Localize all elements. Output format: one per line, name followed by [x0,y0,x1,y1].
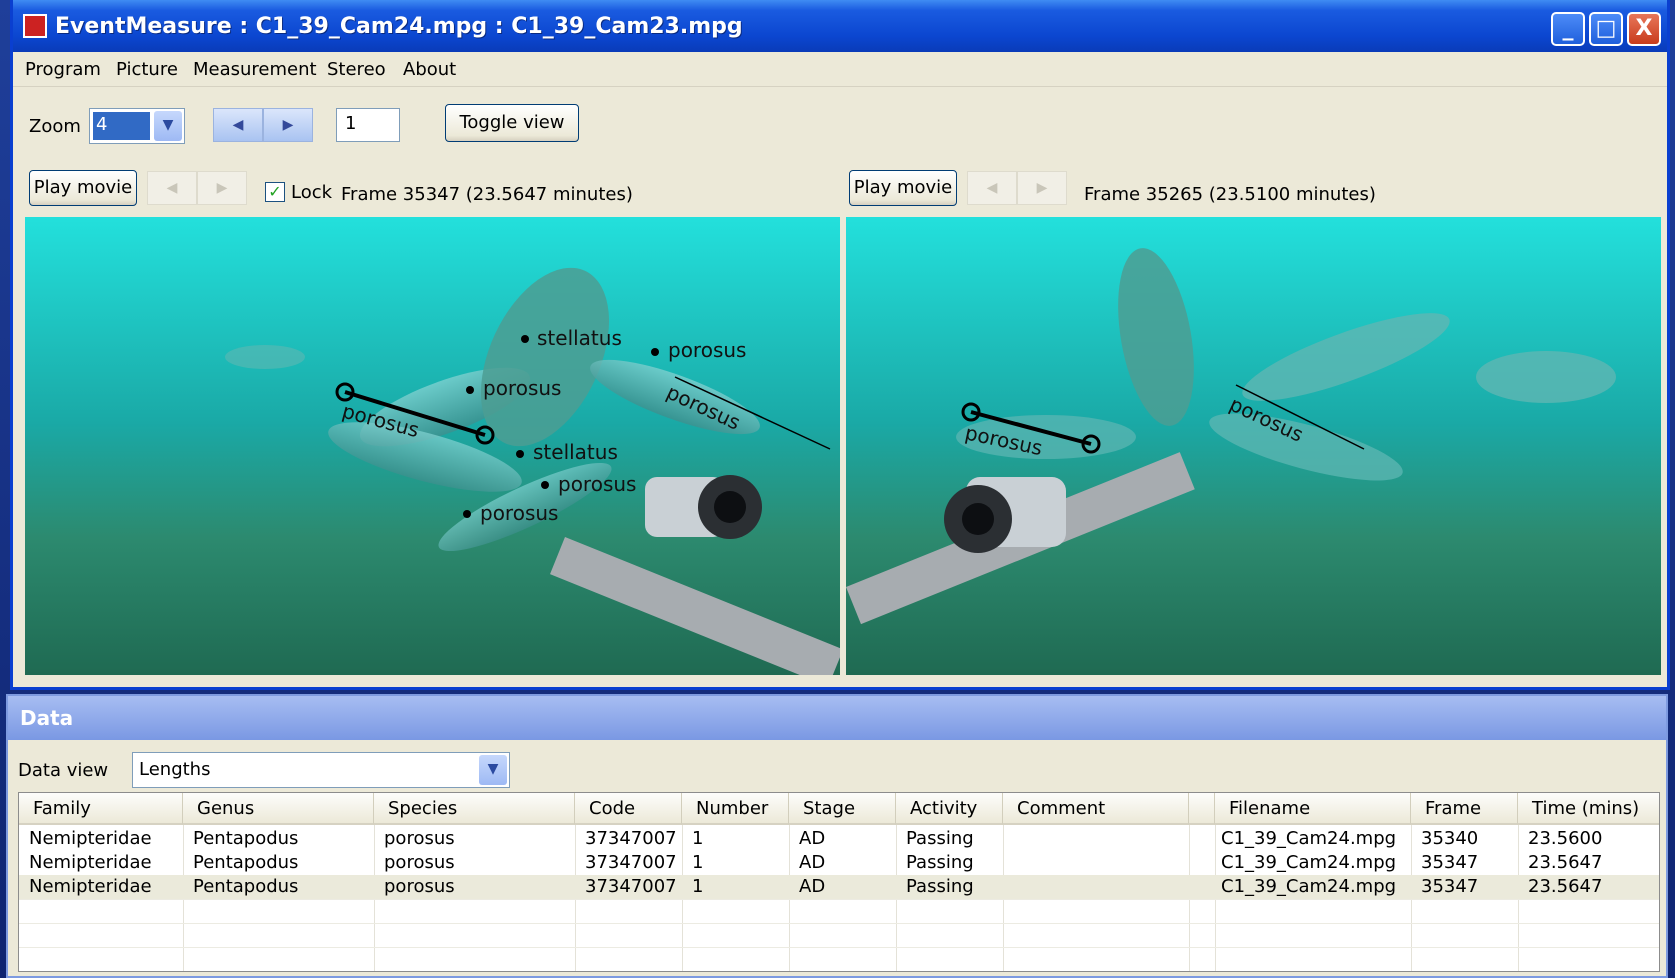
cell-family: Nemipteridae [29,828,152,849]
column-header-blank[interactable] [1189,793,1215,825]
column-header-number[interactable]: Number [682,793,789,825]
chevron-right-icon: ▶ [1036,180,1048,196]
data-view-label: Data view [18,760,109,781]
left-frame-info: Frame 35347 (23.5647 minutes) [341,184,633,205]
cell-code: 37347007 [585,828,677,849]
menu-program[interactable]: Program [25,59,101,80]
chevron-down-icon[interactable]: ▼ [479,755,507,785]
toggle-view-button[interactable]: Toggle view [445,104,579,142]
right-next-frame-button[interactable]: ▶ [1017,171,1067,205]
cell-code: 37347007 [585,876,677,897]
cell-activity: Passing [906,828,974,849]
menu-stereo[interactable]: Stereo [327,59,386,80]
cell-number: 1 [692,828,704,849]
column-header-stage[interactable]: Stage [789,793,896,825]
column-header-genus[interactable]: Genus [183,793,374,825]
data-table[interactable]: Family Genus Species Code Number Stage A… [18,792,1660,972]
left-next-frame-button[interactable]: ▶ [197,171,247,205]
maximize-button[interactable]: □ [1589,12,1623,46]
zoom-value: 4 [93,112,150,140]
right-prev-frame-button[interactable]: ◀ [967,171,1017,205]
cell-species: porosus [384,828,455,849]
frame-step-input[interactable]: 1 [336,108,400,142]
cell-activity: Passing [906,852,974,873]
table-row[interactable]: Nemipteridae Pentapodus porosus 37347007… [19,851,1659,875]
column-header-time[interactable]: Time (mins) [1518,793,1659,825]
data-panel-header: Data [8,696,1666,740]
left-prev-frame-button[interactable]: ◀ [147,171,197,205]
annotation-label: stellatus [537,326,622,350]
zoom-select[interactable]: 4 ▼ [89,108,185,144]
data-view-select[interactable]: Lengths ▼ [132,752,510,788]
right-video-view[interactable]: porosus porosus [846,217,1661,675]
chevron-right-icon: ▶ [282,117,294,133]
prev-zoom-button[interactable]: ◀ [213,108,263,142]
column-header-code[interactable]: Code [575,793,682,825]
table-row[interactable]: Nemipteridae Pentapodus porosus 37347007… [19,827,1659,851]
chevron-left-icon: ◀ [166,180,178,196]
close-button[interactable]: X [1627,12,1661,46]
cell-number: 1 [692,852,704,873]
cell-stage: AD [799,828,826,849]
app-icon[interactable] [23,14,47,38]
cell-time: 23.5647 [1528,876,1603,897]
lock-label: Lock [291,182,333,203]
right-frame-info: Frame 35265 (23.5100 minutes) [1084,184,1376,205]
menu-about[interactable]: About [403,59,456,80]
menu-picture[interactable]: Picture [116,59,178,80]
cell-genus: Pentapodus [193,852,299,873]
column-header-frame[interactable]: Frame [1411,793,1518,825]
window-title: EventMeasure : C1_39_Cam24.mpg : C1_39_C… [55,14,743,39]
cell-filename: C1_39_Cam24.mpg [1221,828,1397,849]
cell-stage: AD [799,876,826,897]
chevron-right-icon: ▶ [216,180,228,196]
column-header-family[interactable]: Family [19,793,183,825]
column-header-species[interactable]: Species [374,793,575,825]
left-video-view[interactable]: stellatus porosus porosus porosus porosu… [25,217,840,675]
cell-frame: 35340 [1421,828,1479,849]
checkmark-icon: ✓ [268,182,282,201]
column-header-activity[interactable]: Activity [896,793,1003,825]
cell-family: Nemipteridae [29,852,152,873]
annotation-label: porosus [480,501,558,525]
column-header-comment[interactable]: Comment [1003,793,1189,825]
cell-frame: 35347 [1421,876,1479,897]
data-panel-title: Data [20,706,74,730]
data-panel: Data Data view Lengths ▼ Family Genus Sp… [6,694,1668,978]
cell-genus: Pentapodus [193,828,299,849]
cell-stage: AD [799,852,826,873]
cell-activity: Passing [906,876,974,897]
zoom-label: Zoom [29,116,81,137]
cell-filename: C1_39_Cam24.mpg [1221,852,1397,873]
cell-species: porosus [384,876,455,897]
chevron-left-icon: ◀ [986,180,998,196]
cell-family: Nemipteridae [29,876,152,897]
lock-checkbox[interactable]: ✓ [265,182,285,202]
main-window: EventMeasure : C1_39_Cam24.mpg : C1_39_C… [10,0,1670,690]
table-row-selected[interactable]: Nemipteridae Pentapodus porosus 37347007… [19,875,1659,899]
cell-species: porosus [384,852,455,873]
column-header-filename[interactable]: Filename [1215,793,1411,825]
minimize-button[interactable]: _ [1551,12,1585,46]
annotation-label: stellatus [533,440,618,464]
menu-measurement[interactable]: Measurement [193,59,317,80]
cell-frame: 35347 [1421,852,1479,873]
cell-filename: C1_39_Cam24.mpg [1221,876,1397,897]
annotation-label: porosus [483,376,561,400]
cell-code: 37347007 [585,852,677,873]
left-play-movie-button[interactable]: Play movie [29,170,137,206]
menu-bar: Program Picture Measurement Stereo About [13,52,1667,87]
data-view-value: Lengths [139,759,211,780]
cell-time: 23.5647 [1528,852,1603,873]
annotation-label: porosus [558,472,636,496]
annotation-label: porosus [668,338,746,362]
title-bar[interactable]: EventMeasure : C1_39_Cam24.mpg : C1_39_C… [13,0,1667,52]
chevron-left-icon: ◀ [232,117,244,133]
right-play-movie-button[interactable]: Play movie [849,170,957,206]
next-zoom-button[interactable]: ▶ [263,108,313,142]
cell-genus: Pentapodus [193,876,299,897]
chevron-down-icon[interactable]: ▼ [154,111,182,141]
cell-time: 23.5600 [1528,828,1603,849]
cell-number: 1 [692,876,704,897]
